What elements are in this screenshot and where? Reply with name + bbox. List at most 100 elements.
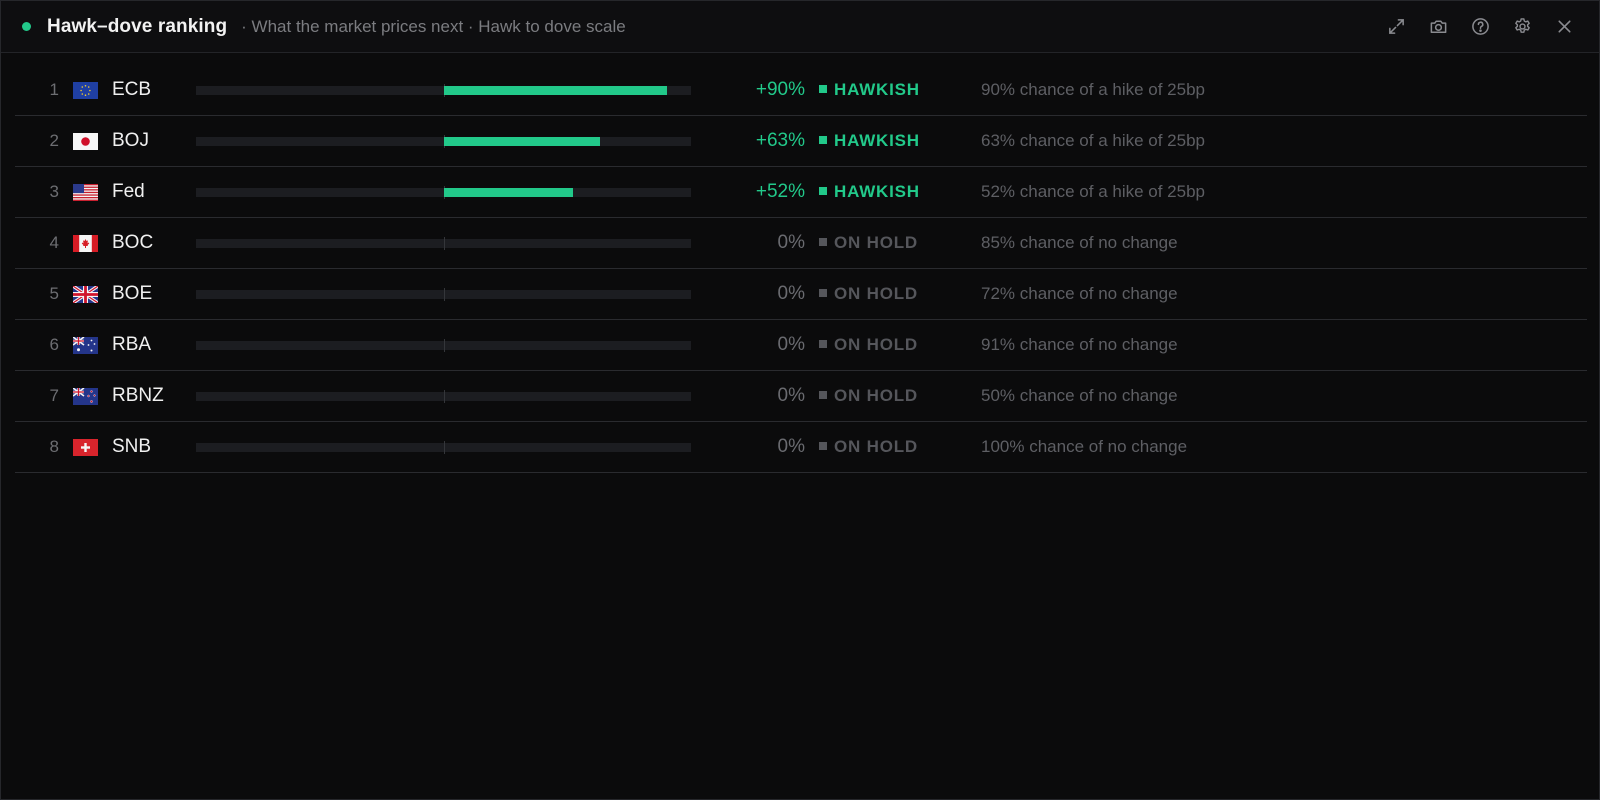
- status-badge: ON HOLD: [819, 422, 918, 472]
- rank-number: 1: [49, 80, 59, 99]
- ranking-row[interactable]: 6 RBA 0% ON HOLD 91% chance of no change: [15, 320, 1587, 371]
- score-bar: [196, 135, 691, 148]
- status-badge: HAWKISH: [819, 65, 920, 115]
- panel-title: Hawk–dove ranking: [47, 15, 228, 37]
- score-bar: [196, 186, 691, 199]
- rank-number: 4: [49, 233, 59, 252]
- bar-center-line: [444, 390, 445, 403]
- bar-fill: [444, 86, 667, 95]
- gear-icon[interactable]: [1501, 6, 1543, 48]
- score-percent: 0%: [777, 283, 805, 304]
- score-percent: +63%: [755, 130, 805, 151]
- camera-icon[interactable]: [1417, 6, 1459, 48]
- flag-eu-icon: [73, 82, 98, 99]
- score-percent: 0%: [777, 232, 805, 253]
- ranking-row[interactable]: 8 SNB 0% ON HOLD 100% chance of no chang…: [15, 422, 1587, 473]
- ranking-row[interactable]: 3 Fed +52% HAWKISH 52% chance of a hike …: [15, 167, 1587, 218]
- rank-number: 5: [49, 284, 59, 303]
- flag-ca-icon: [73, 235, 98, 252]
- status-label: ON HOLD: [834, 284, 918, 303]
- status-badge: ON HOLD: [819, 371, 918, 421]
- rank-number: 7: [49, 386, 59, 405]
- bar-center-line: [444, 339, 445, 352]
- probability-text: 52% chance of a hike of 25bp: [981, 182, 1205, 201]
- flag-nz-icon: [73, 388, 98, 405]
- status-square-icon: [819, 289, 827, 297]
- status-square-icon: [819, 340, 827, 348]
- score-percent: 0%: [777, 334, 805, 355]
- header-actions: [1375, 1, 1585, 52]
- bar-center-line: [444, 288, 445, 301]
- score-bar: [196, 84, 691, 97]
- flag-jp-icon: [73, 133, 98, 150]
- bank-name: BOC: [112, 232, 154, 253]
- status-square-icon: [819, 442, 827, 450]
- rank-number: 3: [49, 182, 59, 201]
- score-bar: [196, 441, 691, 454]
- expand-icon[interactable]: [1375, 6, 1417, 48]
- status-square-icon: [819, 85, 827, 93]
- panel-subtitle: · What the market prices next · Hawk to …: [241, 16, 626, 36]
- score-percent: 0%: [777, 385, 805, 406]
- status-badge: HAWKISH: [819, 116, 920, 166]
- status-square-icon: [819, 187, 827, 195]
- bank-name: RBNZ: [112, 385, 164, 406]
- close-icon[interactable]: [1543, 6, 1585, 48]
- ranking-row[interactable]: 5 BOE 0% ON HOLD 72% chance of no change: [15, 269, 1587, 320]
- ranking-list: 1 ECB +90% HAWKISH 90% chance of a hike …: [15, 65, 1587, 473]
- bank-name: BOE: [112, 283, 153, 304]
- score-bar: [196, 288, 691, 301]
- flag-ch-icon: [73, 439, 98, 456]
- ranking-row[interactable]: 7 RBNZ 0% ON HOLD 50% chance of no chang…: [15, 371, 1587, 422]
- score-bar: [196, 339, 691, 352]
- probability-text: 85% chance of no change: [981, 233, 1178, 252]
- score-bar: [196, 390, 691, 403]
- status-label: ON HOLD: [834, 386, 918, 405]
- panel-header: Hawk–dove ranking · What the market pric…: [1, 1, 1599, 53]
- probability-text: 50% chance of no change: [981, 386, 1178, 405]
- probability-text: 100% chance of no change: [981, 437, 1188, 456]
- bank-name: RBA: [112, 334, 152, 355]
- help-icon[interactable]: [1459, 6, 1501, 48]
- probability-text: 72% chance of no change: [981, 284, 1178, 303]
- status-badge: ON HOLD: [819, 269, 918, 319]
- score-percent: +52%: [755, 181, 805, 202]
- bank-name: SNB: [112, 436, 152, 457]
- score-percent: 0%: [777, 436, 805, 457]
- status-square-icon: [819, 238, 827, 246]
- rank-number: 8: [49, 437, 59, 456]
- ranking-row[interactable]: 1 ECB +90% HAWKISH 90% chance of a hike …: [15, 65, 1587, 116]
- score-percent: +90%: [755, 79, 805, 100]
- flag-gb-icon: [73, 286, 98, 303]
- status-badge: ON HOLD: [819, 218, 918, 268]
- status-dot: [22, 22, 31, 31]
- probability-text: 90% chance of a hike of 25bp: [981, 80, 1205, 99]
- bank-name: Fed: [112, 181, 145, 202]
- bank-name: ECB: [112, 79, 152, 100]
- bar-fill: [444, 188, 573, 197]
- score-bar: [196, 237, 691, 250]
- status-badge: ON HOLD: [819, 320, 918, 370]
- rank-number: 6: [49, 335, 59, 354]
- bar-fill: [444, 137, 600, 146]
- hawk-dove-panel: Hawk–dove ranking · What the market pric…: [0, 0, 1600, 800]
- probability-text: 63% chance of a hike of 25bp: [981, 131, 1205, 150]
- probability-text: 91% chance of no change: [981, 335, 1178, 354]
- ranking-row[interactable]: 4 BOC 0% ON HOLD 85% chance of no change: [15, 218, 1587, 269]
- status-square-icon: [819, 136, 827, 144]
- status-square-icon: [819, 391, 827, 399]
- bar-center-line: [444, 441, 445, 454]
- bank-name: BOJ: [112, 130, 149, 151]
- rank-number: 2: [49, 131, 59, 150]
- bar-center-line: [444, 237, 445, 250]
- flag-au-icon: [73, 337, 98, 354]
- status-label: HAWKISH: [834, 131, 920, 150]
- status-label: ON HOLD: [834, 335, 918, 354]
- status-label: HAWKISH: [834, 80, 920, 99]
- status-badge: HAWKISH: [819, 167, 920, 217]
- flag-us-icon: [73, 184, 98, 201]
- ranking-row[interactable]: 2 BOJ +63% HAWKISH 63% chance of a hike …: [15, 116, 1587, 167]
- status-label: HAWKISH: [834, 182, 920, 201]
- status-label: ON HOLD: [834, 233, 918, 252]
- status-label: ON HOLD: [834, 437, 918, 456]
